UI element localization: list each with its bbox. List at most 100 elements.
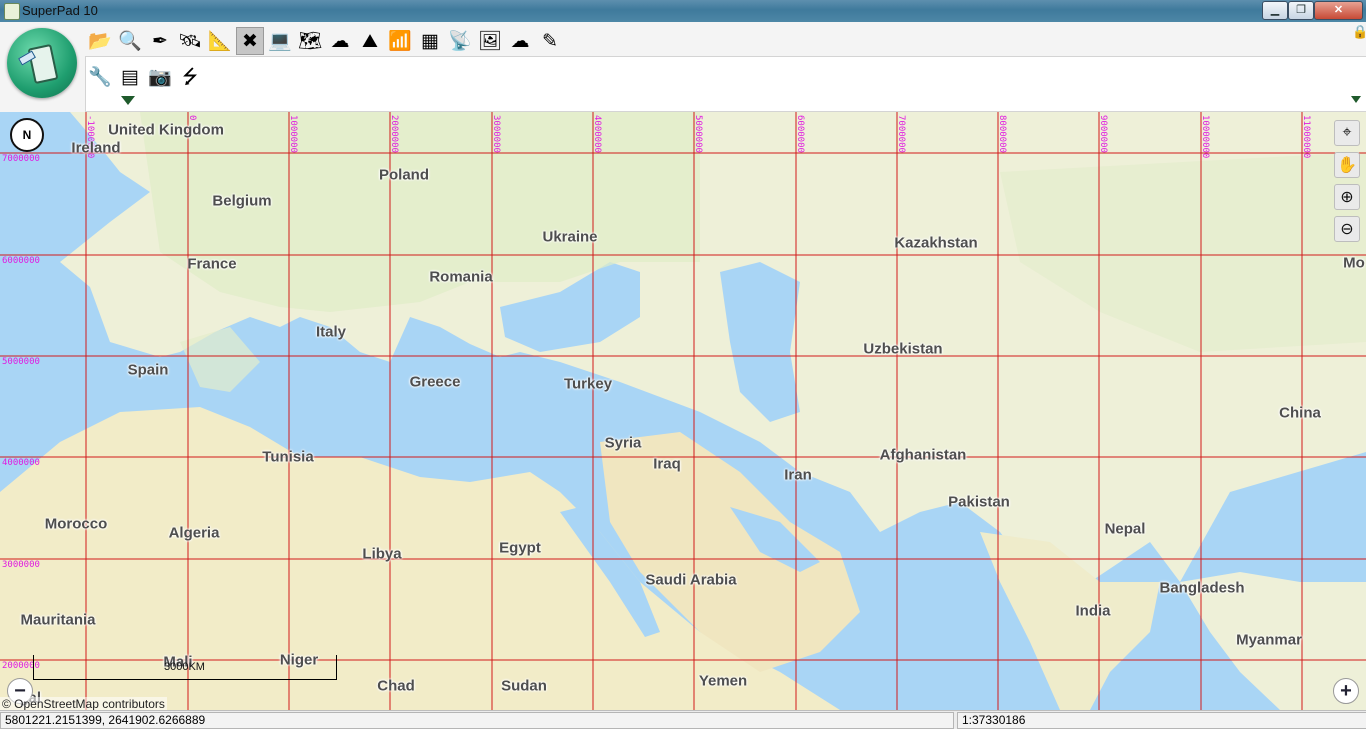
country-label: Algeria: [168, 524, 220, 542]
north-arrow-icon[interactable]: N: [10, 118, 44, 152]
camera-icon: 📷: [148, 66, 172, 88]
app-icon: [4, 3, 20, 20]
laptop-button[interactable]: 💻: [266, 27, 294, 55]
country-label: United Kingdom: [108, 121, 224, 139]
grid-y-label: 5000000: [2, 357, 40, 367]
edit-pencil-button[interactable]: ✎: [536, 27, 564, 55]
layout-button[interactable]: ▤: [116, 63, 144, 91]
country-label: Kazakhstan: [894, 234, 978, 252]
grid-x-label: 3000000: [491, 115, 501, 153]
edit-pencil-icon: ✎: [542, 30, 558, 52]
country-label: Saudi Arabia: [645, 571, 737, 589]
country-label: Afghanistan: [879, 446, 967, 464]
cloud-sync-button[interactable]: ☁: [326, 27, 354, 55]
folder-button[interactable]: 📂: [86, 27, 114, 55]
tower-button[interactable]: 📡: [446, 27, 474, 55]
country-label: Nepal: [1104, 520, 1146, 538]
tools-cross-button[interactable]: ✖: [236, 27, 264, 55]
zoom-out-icon: ⊖: [1340, 221, 1354, 238]
wrench-icon: 🔧: [88, 66, 112, 88]
terrain-button[interactable]: ⛰: [356, 27, 384, 55]
country-label: Egypt: [499, 539, 541, 557]
signal-icon: 📶: [388, 30, 412, 52]
country-label: China: [1279, 404, 1321, 422]
search-button[interactable]: 🔍: [116, 27, 144, 55]
country-label: Iraq: [653, 455, 681, 473]
pen-button[interactable]: ✒: [146, 27, 174, 55]
country-label: Syria: [604, 434, 642, 452]
device-icon: [27, 43, 59, 85]
country-label: Greece: [409, 373, 461, 391]
cloud-button[interactable]: ☁: [506, 27, 534, 55]
grid-button[interactable]: ▦: [416, 27, 444, 55]
lock-icon[interactable]: 🔒: [1352, 24, 1366, 40]
image-map-icon: 🖼: [477, 30, 503, 52]
grid-y-label: 3000000: [2, 560, 40, 570]
measure-button[interactable]: 📐: [206, 27, 234, 55]
wrench-button[interactable]: 🔧: [86, 63, 114, 91]
scale-bar: 3000KM: [33, 655, 337, 680]
zoom-out-button[interactable]: ⊖: [1334, 216, 1360, 242]
country-label: Mauritania: [20, 611, 96, 629]
map-attribution[interactable]: © OpenStreetMap contributors: [0, 697, 167, 710]
country-label: Morocco: [44, 515, 108, 533]
grid-y-label: 4000000: [2, 458, 40, 468]
signal-button[interactable]: 📶: [386, 27, 414, 55]
camera-button[interactable]: 📷: [146, 63, 174, 91]
coordinate-grid: [0, 112, 1366, 710]
folder-icon: 📂: [88, 30, 112, 52]
grid-x-label: 6000000: [795, 115, 805, 153]
image-map-button[interactable]: 🖼: [476, 27, 504, 55]
scale-bar-label: 3000KM: [164, 661, 205, 673]
grid-icon: ▦: [421, 30, 439, 52]
country-label: Turkey: [563, 375, 613, 393]
usb-button[interactable]: ⭍: [176, 63, 204, 91]
grid-x-label: 7000000: [896, 115, 906, 153]
cloud-sync-icon: ☁: [330, 30, 350, 52]
map-edit-button[interactable]: 🗺: [296, 27, 324, 55]
country-label: Belgium: [212, 192, 272, 210]
grid-x-label: 1000000: [288, 115, 298, 153]
maximize-button[interactable]: ❐: [1288, 1, 1314, 20]
grid-y-label: 6000000: [2, 256, 40, 266]
scale-readout: 1:37330186: [957, 712, 1366, 729]
secondary-tool-panel: [85, 56, 1366, 112]
search-icon: 🔍: [118, 30, 142, 52]
satellite-icon: 🛰: [177, 30, 203, 52]
country-label: Tunisia: [262, 448, 314, 466]
app-logo[interactable]: [7, 28, 77, 98]
grid-y-label: 7000000: [2, 154, 40, 164]
pan-hand-icon: ✋: [1337, 157, 1357, 174]
minimize-button[interactable]: ▁: [1262, 1, 1288, 20]
panel-dropdown-arrow[interactable]: [121, 96, 135, 105]
zoom-in-button[interactable]: ⊕: [1334, 184, 1360, 210]
grid-x-label: 0: [187, 115, 197, 121]
country-label: Libya: [362, 545, 402, 563]
pen-icon: ✒: [152, 30, 168, 52]
grid-x-label: 2000000: [389, 115, 399, 153]
window-title: SuperPad 10: [22, 3, 98, 18]
grid-x-label: 5000000: [693, 115, 703, 153]
zoom-in-button[interactable]: +: [1333, 678, 1359, 704]
close-button[interactable]: ✕: [1314, 1, 1363, 20]
layout-icon: ▤: [121, 66, 139, 88]
terrain-icon: ⛰: [362, 30, 378, 52]
map-edit-icon: 🗺: [297, 30, 323, 52]
satellite-button[interactable]: 🛰: [176, 27, 204, 55]
locate-button[interactable]: ⌖: [1334, 120, 1360, 146]
locate-icon: ⌖: [1342, 124, 1352, 141]
country-label: Sudan: [501, 677, 547, 695]
usb-icon: ⭍: [182, 66, 198, 88]
country-label: Poland: [378, 166, 430, 184]
pan-hand-button[interactable]: ✋: [1334, 152, 1360, 178]
laptop-icon: 💻: [268, 30, 292, 52]
coordinate-readout: 5801221.2151399, 2641902.6266889: [0, 712, 954, 729]
grid-x-label: 9000000: [1098, 115, 1108, 153]
country-label: Mo: [1343, 254, 1365, 272]
tools-cross-icon: ✖: [242, 30, 258, 52]
country-label: Iran: [784, 466, 812, 484]
map-view[interactable]: -1000000 0 1000000 2000000 3000000 4000000 500…: [0, 112, 1366, 710]
tower-icon: 📡: [448, 30, 472, 52]
zoom-in-icon: ⊕: [1340, 189, 1354, 206]
toolbar-expand-arrow[interactable]: [1351, 96, 1361, 103]
